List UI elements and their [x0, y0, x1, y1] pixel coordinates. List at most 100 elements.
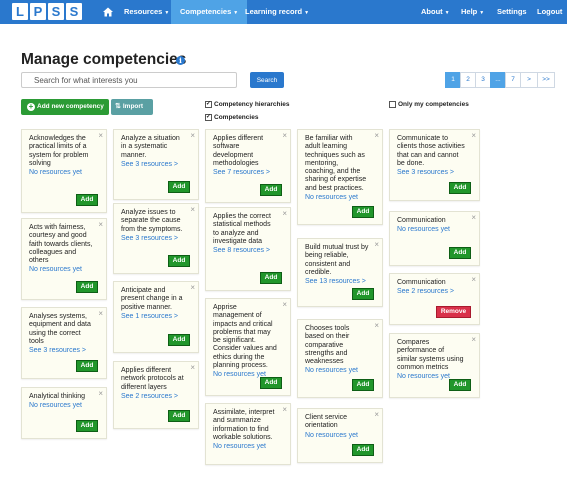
resources-link[interactable]: See 3 resources >: [121, 160, 191, 169]
resources-link[interactable]: No resources yet: [213, 442, 283, 451]
nav-about[interactable]: About ▼: [421, 0, 450, 24]
resources-link[interactable]: No resources yet: [29, 265, 99, 274]
nav-competencies[interactable]: Competencies ▼: [171, 0, 248, 24]
nav-resources[interactable]: Resources ▼: [124, 0, 169, 24]
nav-help[interactable]: Help ▼: [461, 0, 484, 24]
resources-link[interactable]: No resources yet: [29, 168, 99, 177]
resources-link[interactable]: See 2 resources >: [397, 287, 472, 296]
resources-link[interactable]: See 3 resources >: [29, 346, 99, 355]
close-icon[interactable]: ×: [190, 131, 195, 140]
search-button[interactable]: Search: [250, 72, 284, 88]
competency-card[interactable]: × Applies different software development…: [205, 129, 291, 203]
close-icon[interactable]: ×: [282, 300, 287, 309]
competency-card[interactable]: × Anticipate and present change in a pos…: [113, 281, 199, 353]
lpss-logo[interactable]: L P S S: [12, 3, 82, 20]
import-button[interactable]: ⇅ Import: [111, 99, 153, 115]
hierarchies-checkbox[interactable]: ✓ Competency hierarchies: [205, 101, 290, 108]
only-my-competencies-checkbox[interactable]: Only my competencies: [389, 101, 469, 108]
remove-button[interactable]: Remove: [436, 306, 471, 318]
info-icon[interactable]: i: [176, 56, 185, 65]
close-icon[interactable]: ×: [374, 321, 379, 330]
add-button[interactable]: Add: [352, 444, 374, 456]
close-icon[interactable]: ×: [471, 213, 476, 222]
add-button[interactable]: Add: [449, 182, 471, 194]
close-icon[interactable]: ×: [190, 363, 195, 372]
home-icon[interactable]: [101, 5, 115, 19]
resources-link[interactable]: See 8 resources >: [213, 246, 283, 255]
competency-card[interactable]: × Build mutual trust by being reliable, …: [297, 238, 383, 307]
resources-link[interactable]: No resources yet: [397, 225, 472, 234]
close-icon[interactable]: ×: [98, 389, 103, 398]
add-button[interactable]: Add: [168, 334, 190, 346]
page-last-button[interactable]: >>: [537, 72, 555, 88]
close-icon[interactable]: ×: [471, 275, 476, 284]
resources-link[interactable]: No resources yet: [305, 366, 375, 375]
add-button[interactable]: Add: [352, 206, 374, 218]
nav-learning-record[interactable]: Learning record ▼: [245, 0, 309, 24]
close-icon[interactable]: ×: [190, 283, 195, 292]
resources-link[interactable]: No resources yet: [305, 431, 375, 440]
add-button[interactable]: Add: [76, 194, 98, 206]
competency-card[interactable]: × Communicate to clients those activitie…: [389, 129, 480, 201]
competency-card[interactable]: × Be familiar with adult learning techni…: [297, 129, 383, 225]
competency-card[interactable]: × Analytical thinking No resources yet A…: [21, 387, 107, 439]
add-button[interactable]: Add: [260, 377, 282, 389]
add-button[interactable]: Add: [168, 181, 190, 193]
add-button[interactable]: Add: [352, 288, 374, 300]
close-icon[interactable]: ×: [282, 209, 287, 218]
competency-card[interactable]: × Apprise management of impacts and crit…: [205, 298, 291, 396]
page-2-button[interactable]: 2: [460, 72, 476, 88]
close-icon[interactable]: ×: [471, 131, 476, 140]
resources-link[interactable]: No resources yet: [29, 401, 99, 410]
add-new-competency-button[interactable]: + Add new competency: [21, 99, 109, 115]
add-button[interactable]: Add: [260, 184, 282, 196]
nav-logout[interactable]: Logout: [537, 0, 562, 24]
competency-card[interactable]: × Applies different network protocols at…: [113, 361, 199, 429]
nav-settings[interactable]: Settings: [497, 0, 527, 24]
page-1-button[interactable]: 1: [445, 72, 461, 88]
add-button[interactable]: Add: [76, 360, 98, 372]
close-icon[interactable]: ×: [282, 405, 287, 414]
close-icon[interactable]: ×: [374, 240, 379, 249]
add-button[interactable]: Add: [168, 255, 190, 267]
close-icon[interactable]: ×: [374, 410, 379, 419]
page-7-button[interactable]: 7: [505, 72, 521, 88]
close-icon[interactable]: ×: [190, 205, 195, 214]
competency-card[interactable]: × Analyze issues to separate the cause f…: [113, 203, 199, 274]
page-ellipsis[interactable]: ...: [490, 72, 506, 88]
competency-card[interactable]: × Applies the correct statistical method…: [205, 207, 291, 291]
competency-card[interactable]: × Chooses tools based on their comparati…: [297, 319, 383, 398]
competencies-checkbox[interactable]: ✓ Competencies: [205, 114, 258, 121]
competency-card[interactable]: × Acts with fairness, courtesy and good …: [21, 218, 107, 300]
competency-card[interactable]: × Compares performance of similar system…: [389, 333, 480, 398]
close-icon[interactable]: ×: [98, 309, 103, 318]
resources-link[interactable]: See 1 resources >: [121, 312, 191, 321]
competency-card[interactable]: × Analyze a situation in a systematic ma…: [113, 129, 199, 200]
close-icon[interactable]: ×: [98, 220, 103, 229]
add-button[interactable]: Add: [76, 420, 98, 432]
competency-card[interactable]: × Client service orientation No resource…: [297, 408, 383, 463]
add-button[interactable]: Add: [76, 281, 98, 293]
resources-link[interactable]: See 2 resources >: [121, 392, 191, 401]
resources-link[interactable]: See 3 resources >: [397, 168, 472, 177]
resources-link[interactable]: No resources yet: [305, 193, 375, 202]
competency-card[interactable]: × Acknowledges the practical limits of a…: [21, 129, 107, 213]
add-button[interactable]: Add: [168, 410, 190, 422]
close-icon[interactable]: ×: [471, 335, 476, 344]
page-3-button[interactable]: 3: [475, 72, 491, 88]
close-icon[interactable]: ×: [98, 131, 103, 140]
resources-link[interactable]: See 3 resources >: [121, 234, 191, 243]
competency-card[interactable]: × Assimilate, interpret and summarize in…: [205, 403, 291, 465]
search-input[interactable]: [21, 72, 237, 88]
competency-card[interactable]: × Communication See 2 resources > Remove: [389, 273, 480, 325]
page-next-button[interactable]: >: [520, 72, 538, 88]
close-icon[interactable]: ×: [282, 131, 287, 140]
competency-card[interactable]: × Analyses systems, equipment and data u…: [21, 307, 107, 379]
resources-link[interactable]: See 7 resources >: [213, 168, 283, 177]
competency-card[interactable]: × Communication No resources yet Add: [389, 211, 480, 266]
add-button[interactable]: Add: [260, 272, 282, 284]
add-button[interactable]: Add: [449, 379, 471, 391]
resources-link[interactable]: See 13 resources >: [305, 277, 375, 286]
add-button[interactable]: Add: [449, 247, 471, 259]
add-button[interactable]: Add: [352, 379, 374, 391]
